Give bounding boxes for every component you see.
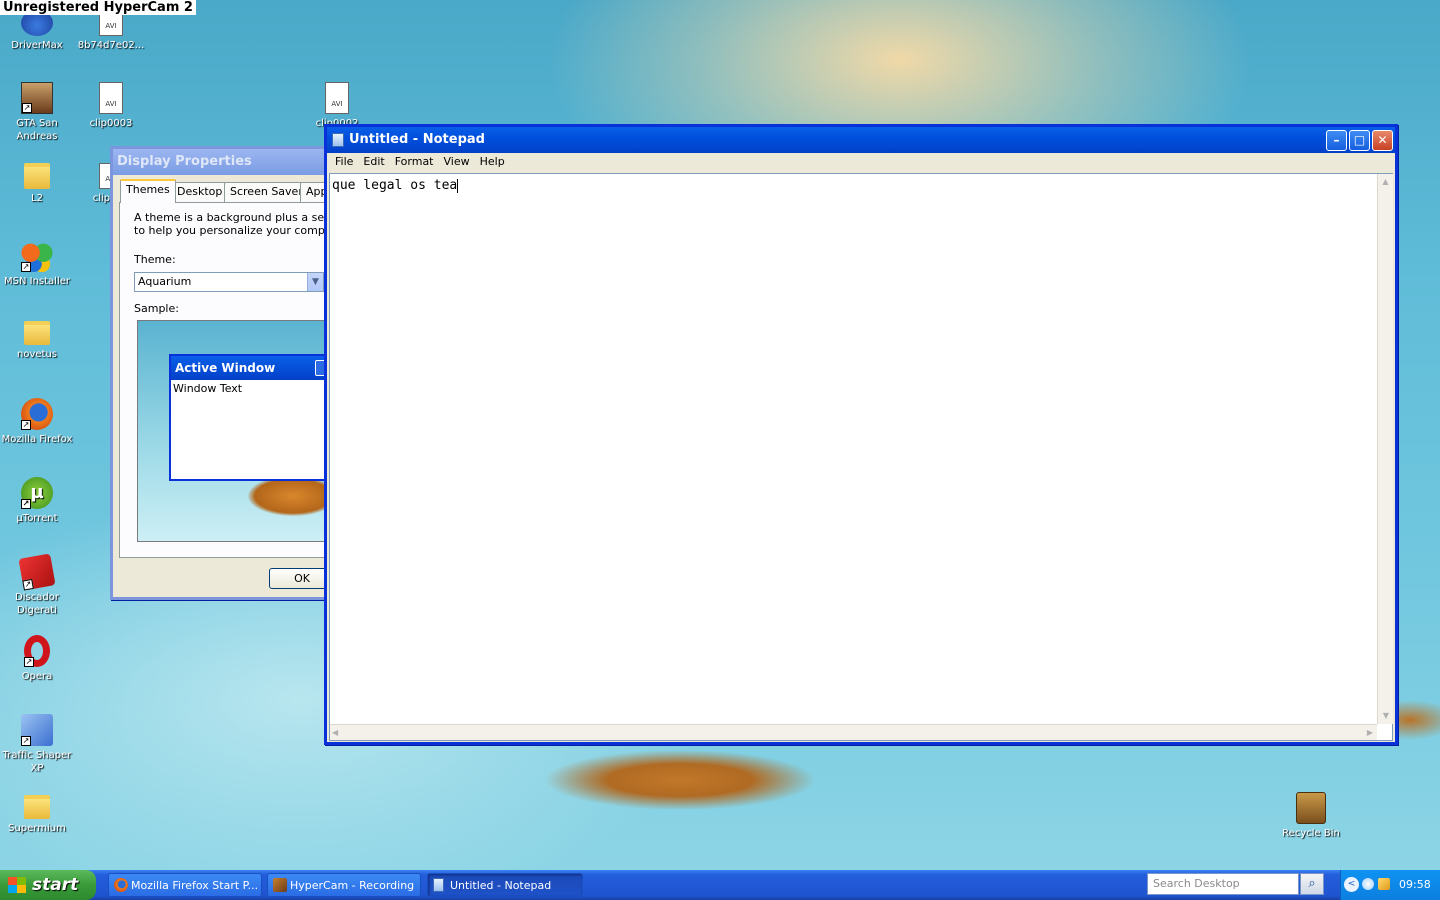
chevron-down-icon[interactable]: ▼	[307, 273, 323, 291]
desktop-icon-opera[interactable]: ↗ Opera	[0, 635, 74, 683]
scroll-right-arrow-icon[interactable]: ▶	[1367, 725, 1373, 741]
theme-description: A theme is a background plus a set of so…	[134, 211, 324, 237]
window-title: Untitled - Notepad	[349, 132, 485, 147]
menu-edit[interactable]: Edit	[359, 153, 390, 171]
task-hypercam[interactable]: HyperCam - Recording	[267, 873, 421, 897]
desktop-icon-mozilla-firefox[interactable]: ↗ Mozilla Firefox	[0, 398, 74, 446]
close-button[interactable]: ✕	[1372, 130, 1393, 151]
display-properties-titlebar[interactable]: Display Properties	[113, 149, 337, 175]
notepad-titlebar[interactable]: Untitled - Notepad – □ ✕	[327, 127, 1395, 153]
volume-tray-icon[interactable]	[1378, 878, 1390, 890]
clock[interactable]: 09:58	[1399, 870, 1431, 900]
desktop-icon-supermium[interactable]: Supermium	[0, 795, 74, 835]
notepad-window[interactable]: Untitled - Notepad – □ ✕ File Edit Forma…	[324, 124, 1398, 745]
desktop-icon-msn-installer[interactable]: ↗ MSN Installer	[0, 240, 74, 288]
desktop-icon-recycle-bin[interactable]: Recycle Bin	[1274, 792, 1348, 840]
folder-icon	[24, 321, 50, 345]
scroll-left-arrow-icon[interactable]: ◀	[332, 725, 338, 741]
menu-help[interactable]: Help	[476, 153, 511, 171]
recorder-watermark: Unregistered HyperCam 2	[0, 0, 196, 15]
notepad-content: que legal os tea	[332, 178, 458, 193]
start-label: start	[32, 875, 79, 895]
search-icon[interactable]: ⌕	[1300, 873, 1324, 895]
folder-icon	[24, 163, 50, 189]
folder-icon	[24, 795, 50, 819]
notepad-text-area[interactable]: que legal os tea	[329, 173, 1393, 741]
sample-active-window: Active Window Window Text	[169, 354, 326, 481]
theme-select[interactable]: Aquarium ▼	[134, 272, 324, 292]
start-button[interactable]: start	[0, 870, 96, 900]
system-tray: < 09:58	[1340, 870, 1440, 900]
task-firefox[interactable]: Mozilla Firefox Start P...	[108, 873, 262, 897]
sample-starfish	[248, 476, 326, 516]
minimize-button[interactable]: –	[1326, 130, 1347, 151]
theme-label: Theme:	[134, 253, 176, 266]
menu-format[interactable]: Format	[391, 153, 440, 171]
desktop-icon-l2[interactable]: L2	[0, 163, 74, 205]
sample-window-titlebar: Active Window	[171, 356, 326, 380]
msn-butterfly-icon: ↗	[21, 240, 53, 272]
desktop-icon-traffic-shaper-xp[interactable]: ↗ Traffic Shaper XP	[0, 714, 74, 775]
tab-desktop[interactable]: Desktop	[171, 182, 229, 202]
text-caret	[457, 178, 459, 193]
sample-preview: Active Window Window Text	[137, 320, 327, 542]
scroll-up-arrow-icon[interactable]: ▲	[1378, 174, 1393, 190]
menu-view[interactable]: View	[440, 153, 476, 171]
desktop-icon-8b74d7e02[interactable]: 8b74d7e02...	[74, 10, 148, 52]
desktop-icon-drivermax[interactable]: DriverMax	[0, 10, 74, 52]
theme-select-value: Aquarium	[138, 275, 192, 288]
desktop-icon-discador-digerati[interactable]: ↗ Discador Digerati	[0, 553, 74, 617]
discador-digerati-icon: ↗	[18, 553, 56, 591]
utorrent-icon: µ ↗	[21, 477, 53, 509]
firefox-icon: ↗	[21, 398, 53, 430]
desktop-icon-novetus[interactable]: novetus	[0, 321, 74, 361]
sample-window-title: Active Window	[175, 361, 276, 375]
task-notepad[interactable]: Untitled - Notepad	[427, 873, 583, 897]
firefox-icon	[114, 878, 128, 892]
vertical-scrollbar[interactable]: ▲ ▼	[1377, 174, 1393, 724]
tab-themes[interactable]: Themes	[120, 179, 176, 203]
hypercam-icon	[273, 878, 287, 892]
recycle-bin-icon	[1296, 792, 1326, 824]
network-icon: ↗	[21, 714, 53, 746]
opera-icon: ↗	[24, 635, 50, 667]
horizontal-scrollbar[interactable]: ◀ ▶	[330, 724, 1377, 740]
video-file-icon	[325, 82, 349, 114]
tray-expand-icon[interactable]: <	[1344, 877, 1359, 892]
notepad-icon	[433, 878, 444, 892]
video-file-icon	[99, 82, 123, 114]
desktop-icon-clip0002[interactable]: clip0002	[300, 82, 374, 130]
network-tray-icon[interactable]	[1362, 878, 1374, 890]
desktop-icon-clip0003[interactable]: clip0003	[74, 82, 148, 130]
menu-file[interactable]: File	[331, 153, 359, 171]
notepad-icon	[332, 133, 344, 147]
notepad-menubar: File Edit Format View Help	[327, 153, 1395, 171]
sample-window-text: Window Text	[173, 382, 243, 395]
scroll-down-arrow-icon[interactable]: ▼	[1378, 708, 1394, 724]
maximize-button[interactable]: □	[1349, 130, 1370, 151]
tab-screen-saver[interactable]: Screen Saver	[224, 182, 309, 202]
sample-label: Sample:	[134, 302, 179, 315]
taskbar: start Mozilla Firefox Start P... HyperCa…	[0, 870, 1440, 900]
window-title: Display Properties	[117, 154, 252, 169]
desktop-icon-utorrent[interactable]: µ ↗ µTorrent	[0, 477, 74, 525]
desktop-icon-gta-san-andreas[interactable]: ↗ GTA San Andreas	[0, 82, 74, 143]
search-desktop-input[interactable]: Search Desktop	[1147, 873, 1299, 895]
gta-san-andreas-icon: ↗	[21, 82, 53, 114]
windows-flag-icon	[8, 877, 26, 893]
